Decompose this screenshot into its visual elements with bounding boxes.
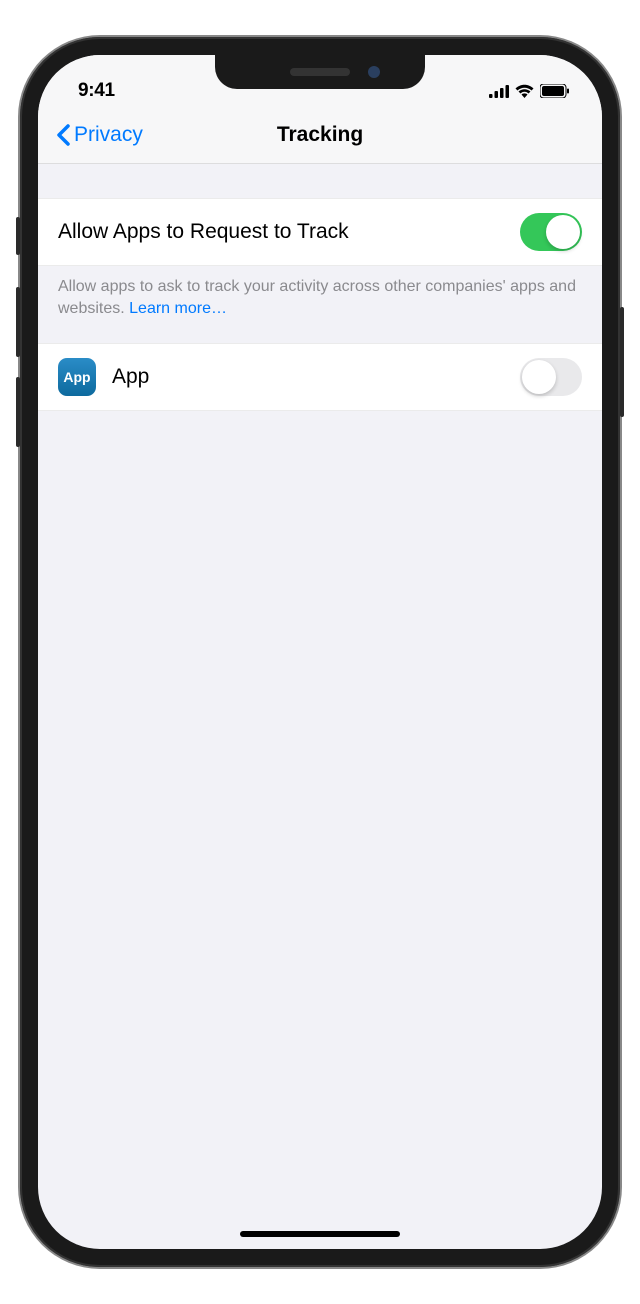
page-title: Tracking: [277, 123, 363, 147]
power-button: [620, 307, 624, 417]
toggle-knob: [522, 360, 556, 394]
content-area: Allow Apps to Request to Track Allow app…: [38, 164, 602, 411]
allow-tracking-description: Allow apps to ask to track your activity…: [38, 266, 602, 343]
navigation-bar: Privacy Tracking: [38, 109, 602, 164]
wifi-icon: [515, 84, 534, 98]
back-button[interactable]: Privacy: [56, 123, 143, 147]
allow-tracking-toggle[interactable]: [520, 213, 582, 251]
status-icons: [489, 84, 570, 98]
app-icon: App: [58, 358, 96, 396]
allow-tracking-row: Allow Apps to Request to Track: [38, 198, 602, 266]
back-label: Privacy: [74, 123, 143, 147]
app-tracking-toggle[interactable]: [520, 358, 582, 396]
app-row: App App: [38, 343, 602, 411]
front-camera: [368, 66, 380, 78]
home-indicator[interactable]: [240, 1231, 400, 1237]
chevron-left-icon: [56, 124, 70, 146]
speaker: [290, 68, 350, 76]
phone-frame: 9:41 Privacy Tracking Allow Apps to Requ…: [20, 37, 620, 1267]
phone-screen: 9:41 Privacy Tracking Allow Apps to Requ…: [38, 55, 602, 1249]
status-time: 9:41: [78, 80, 115, 102]
battery-icon: [540, 84, 570, 98]
learn-more-link[interactable]: Learn more…: [129, 300, 227, 317]
cellular-icon: [489, 85, 509, 98]
app-icon-text: App: [63, 369, 90, 385]
notch: [215, 55, 425, 89]
app-name: App: [112, 365, 504, 389]
volume-up-button: [16, 287, 20, 357]
allow-tracking-label: Allow Apps to Request to Track: [58, 220, 349, 244]
mute-switch: [16, 217, 20, 255]
volume-down-button: [16, 377, 20, 447]
toggle-knob: [546, 215, 580, 249]
